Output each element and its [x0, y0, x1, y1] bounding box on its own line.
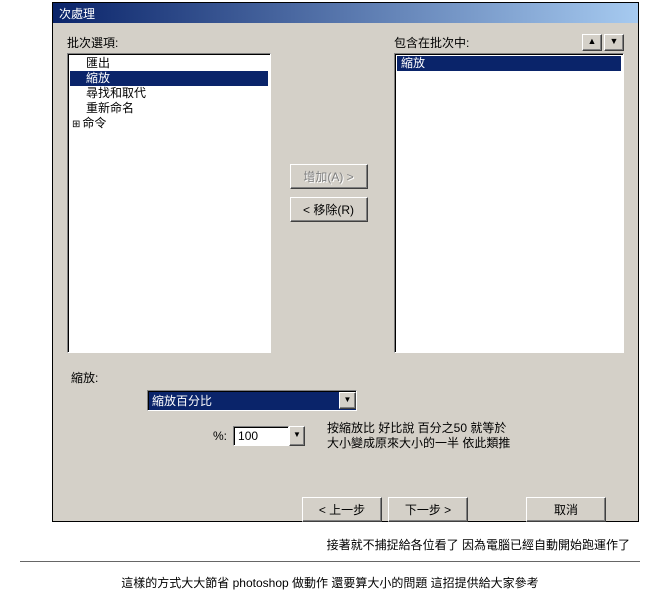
- annotation-text: 按縮放比 好比說 百分之50 就等於 大小變成原來大小的一半 依此類推: [327, 421, 510, 451]
- next-button[interactable]: 下一步 >: [388, 497, 468, 522]
- window-title: 次處理: [59, 7, 95, 21]
- dialog-content: 批次選項: 匯出縮放尋找和取代重新命名命令 增加(A) > < 移除(R) 包含…: [53, 23, 638, 532]
- move-down-button[interactable]: ▼: [604, 34, 624, 51]
- prev-button[interactable]: < 上一步: [302, 497, 382, 522]
- option-item[interactable]: 尋找和取代: [70, 86, 268, 101]
- zoom-mode-value: 縮放百分比: [148, 392, 339, 409]
- remove-button[interactable]: < 移除(R): [290, 197, 368, 222]
- zoom-mode-combo[interactable]: 縮放百分比 ▼: [147, 390, 357, 411]
- titlebar: 次處理: [53, 3, 638, 23]
- percent-label: %:: [213, 429, 227, 443]
- percent-input[interactable]: [233, 426, 289, 446]
- add-button[interactable]: 增加(A) >: [290, 164, 368, 189]
- caption-text: 接著就不捕捉給各位看了 因為電腦已經自動開始跑運作了: [0, 536, 630, 553]
- batch-dialog: 次處理 批次選項: 匯出縮放尋找和取代重新命名命令 增加(A) > < 移除(R…: [52, 2, 639, 522]
- footnote-text: 這樣的方式大大節省 photoshop 做動作 還要算大小的問題 這招提供給大家…: [0, 574, 660, 591]
- chevron-down-icon: ▼: [339, 392, 356, 409]
- divider: [20, 561, 640, 562]
- zoom-section-label: 縮放:: [71, 369, 624, 386]
- cancel-button[interactable]: 取消: [526, 497, 606, 522]
- options-label: 批次選項:: [67, 34, 118, 51]
- option-item[interactable]: 匯出: [70, 56, 268, 71]
- option-item[interactable]: 縮放: [70, 71, 268, 86]
- option-item[interactable]: 重新命名: [70, 101, 268, 116]
- included-label: 包含在批次中:: [394, 34, 469, 51]
- move-up-button[interactable]: ▲: [582, 34, 602, 51]
- tree-root-commands[interactable]: 命令: [70, 116, 268, 132]
- included-item[interactable]: 縮放: [397, 56, 621, 71]
- included-listbox[interactable]: 縮放: [394, 53, 624, 353]
- options-listbox[interactable]: 匯出縮放尋找和取代重新命名命令: [67, 53, 271, 353]
- spinner-down-button[interactable]: ▼: [289, 426, 305, 446]
